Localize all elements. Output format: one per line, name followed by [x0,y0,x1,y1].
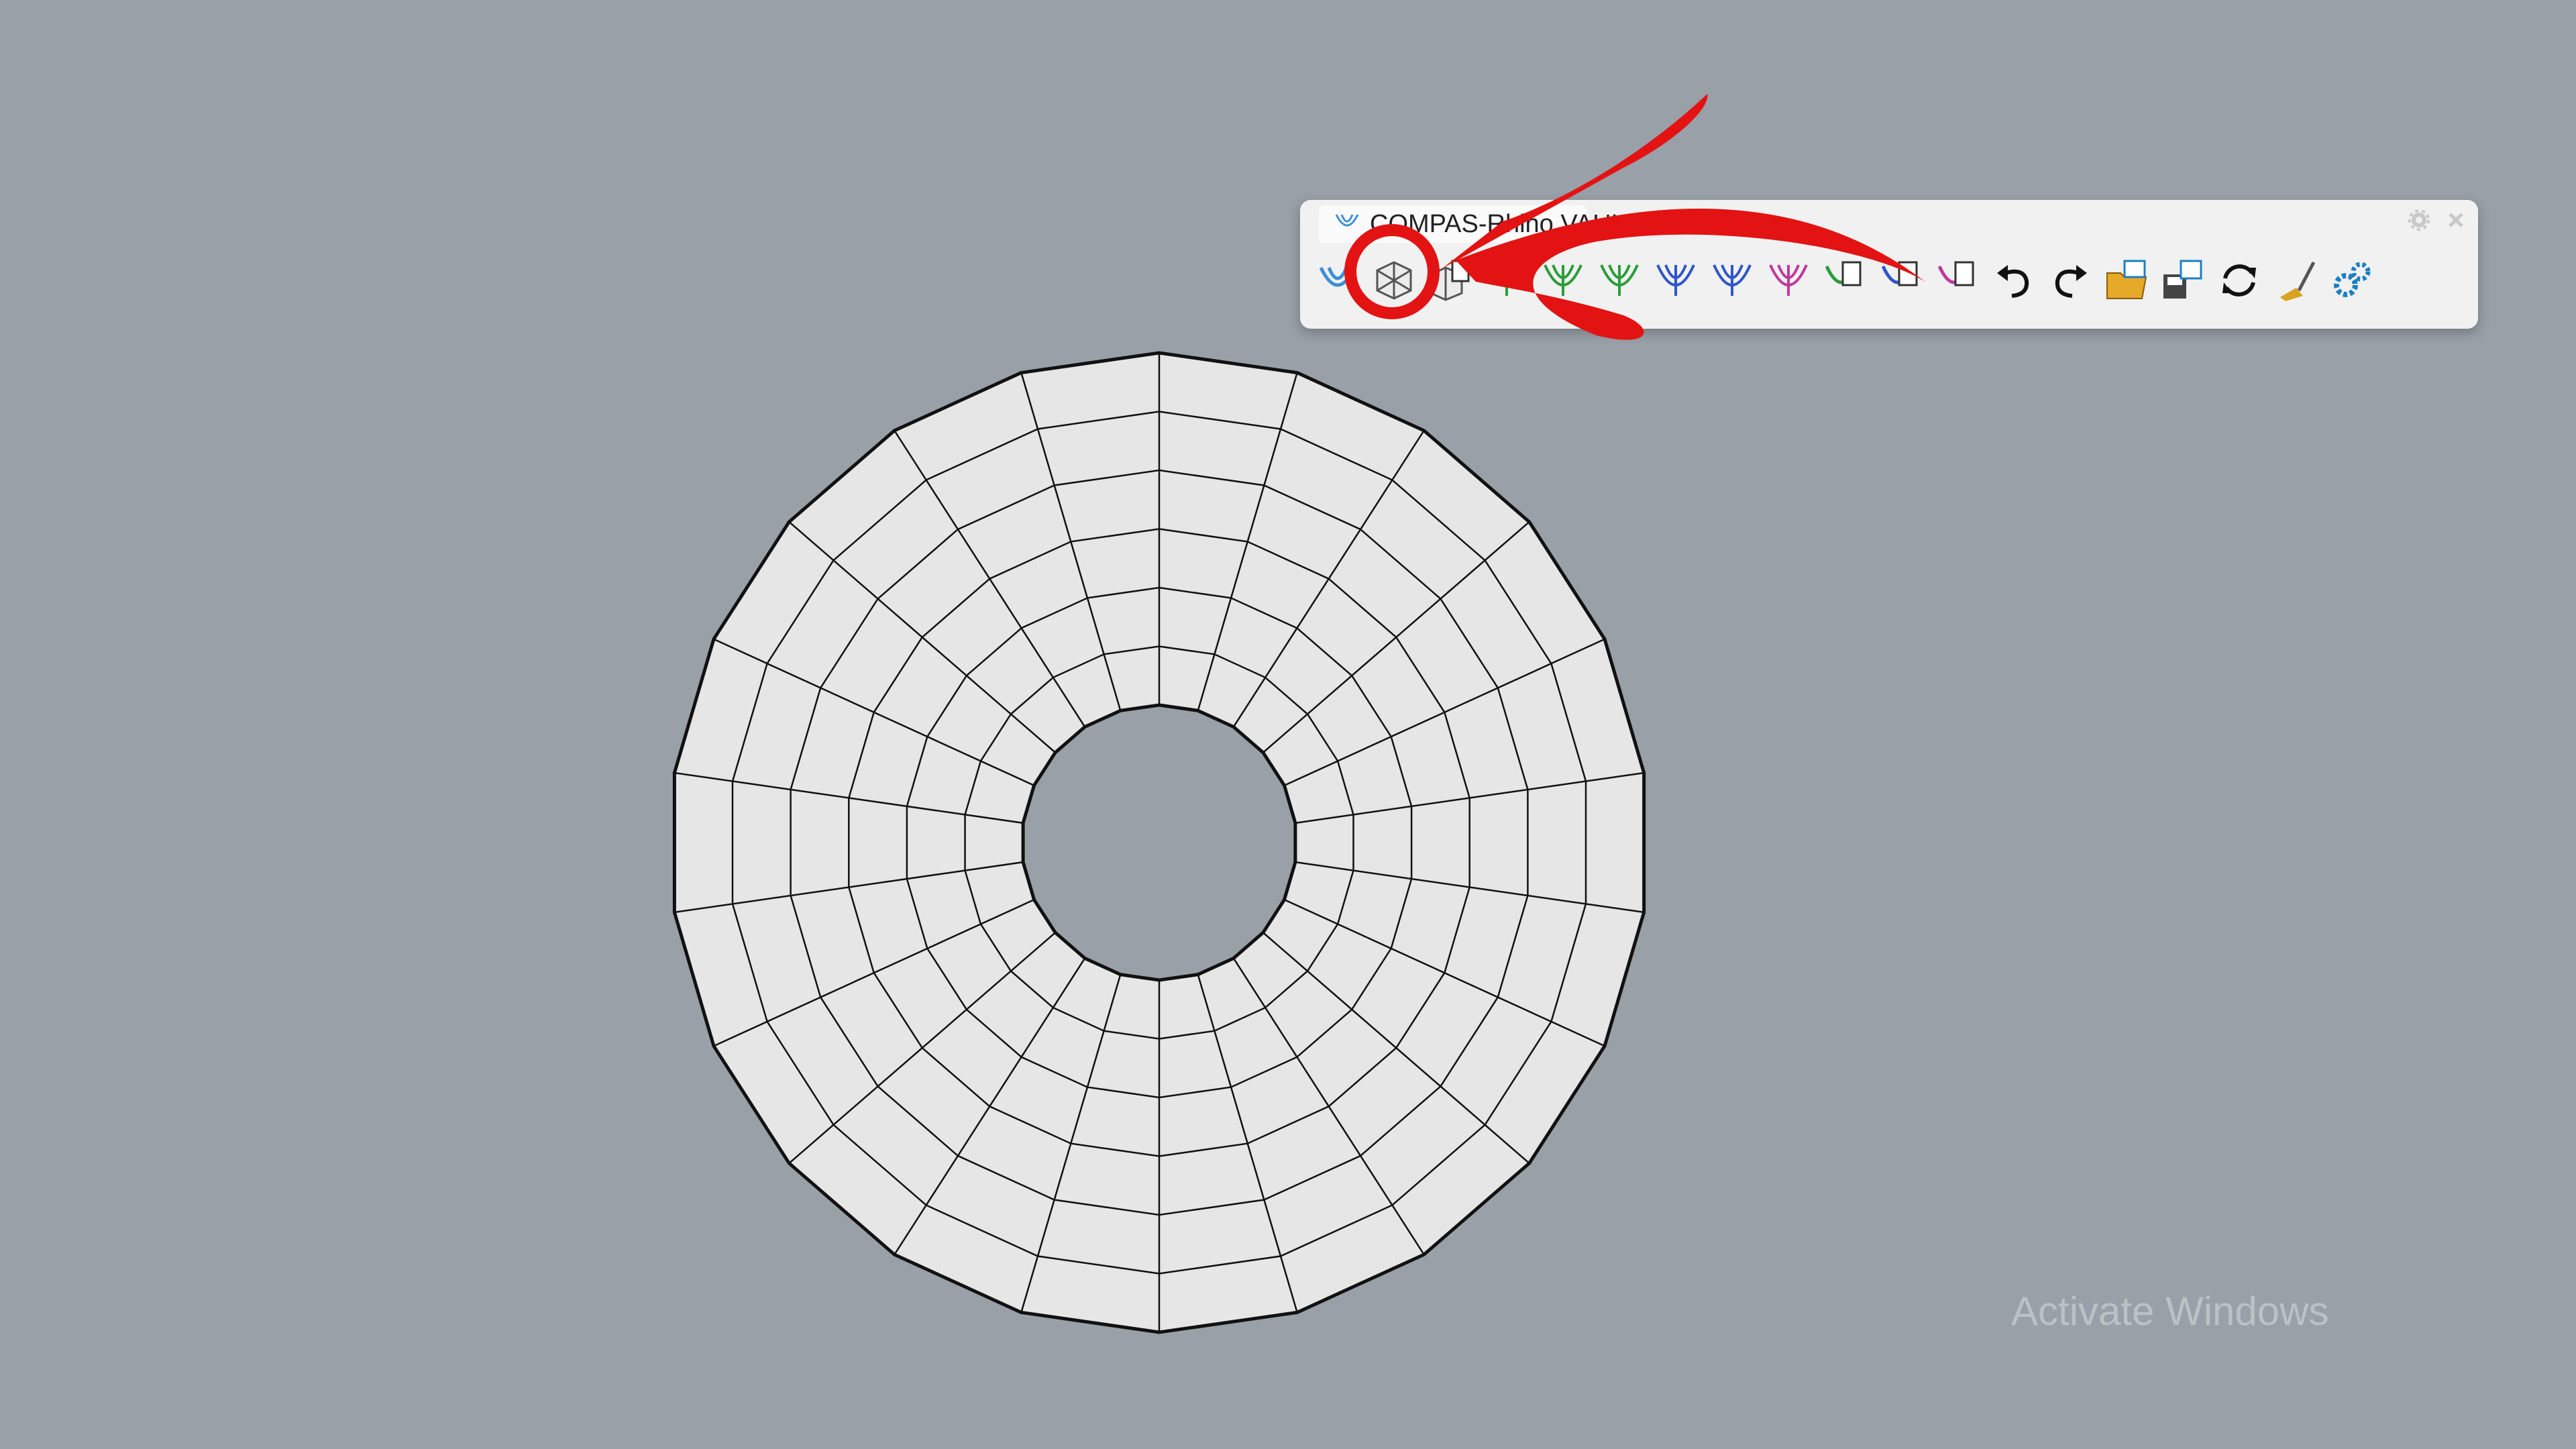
blue-force-icon [1654,258,1698,306]
blue-doc-icon [1879,258,1923,306]
broom-icon [2273,258,2318,306]
clear-button[interactable] [2270,252,2321,311]
save-rv-icon [2161,258,2205,306]
purple-thrust-icon [1766,258,1811,306]
force-attributes-button[interactable] [1876,252,1927,311]
undo-icon [1992,258,2036,306]
force-blue-button[interactable] [1707,252,1758,311]
toolbar-title: COMPAS-Rhino VAULT [1370,209,1640,238]
thrust-diagram-button[interactable] [1763,252,1814,311]
form-boundary-button[interactable] [1538,252,1589,311]
toolbar-tab[interactable]: COMPAS-Rhino VAULT [1319,205,1639,243]
reload-button[interactable] [2214,252,2265,311]
settings-button[interactable] [2326,252,2377,311]
rv-init-button[interactable] [1312,252,1363,311]
folder-rv-icon [2104,258,2149,306]
sync-icon [2217,258,2261,306]
thrust-attributes-button[interactable] [1932,252,1983,311]
form-from-surface-button[interactable] [1368,252,1419,311]
form-modify-icon [1485,258,1529,306]
blue-force-icon-2 [1710,258,1754,306]
rv-logo-icon [1334,209,1360,239]
green-vault-icon [1597,258,1642,306]
redo-button[interactable] [2045,252,2096,311]
open-session-button[interactable] [2101,252,2152,311]
green-doc-icon [1823,258,1867,306]
form-modify-button[interactable] [1481,252,1532,311]
mesh-box-doc-icon [1428,258,1472,306]
gear-icon[interactable] [2407,208,2431,235]
form-green-button[interactable] [1594,252,1645,311]
gear-cluster-icon [2330,258,2374,306]
activate-windows-watermark: Activate Windows [2011,1289,2329,1334]
mesh-inner-boundary [1021,703,1297,982]
close-icon[interactable] [2446,210,2466,233]
toolbar-button-row [1312,248,2377,315]
save-session-button[interactable] [2157,252,2208,311]
form-boundary-icon [1541,258,1585,306]
mesh-box-icon [1372,258,1416,306]
undo-button[interactable] [1988,252,2039,311]
compas-rv-toolbar: COMPAS-Rhino VAULT [1300,200,2478,329]
rv-logo-icon [1316,258,1360,306]
force-diagram-button[interactable] [1650,252,1701,311]
form-attributes-button[interactable] [1819,252,1870,311]
form-from-mesh-button[interactable] [1425,252,1476,311]
purple-doc-icon [1935,258,1980,306]
redo-icon [2048,258,2092,306]
